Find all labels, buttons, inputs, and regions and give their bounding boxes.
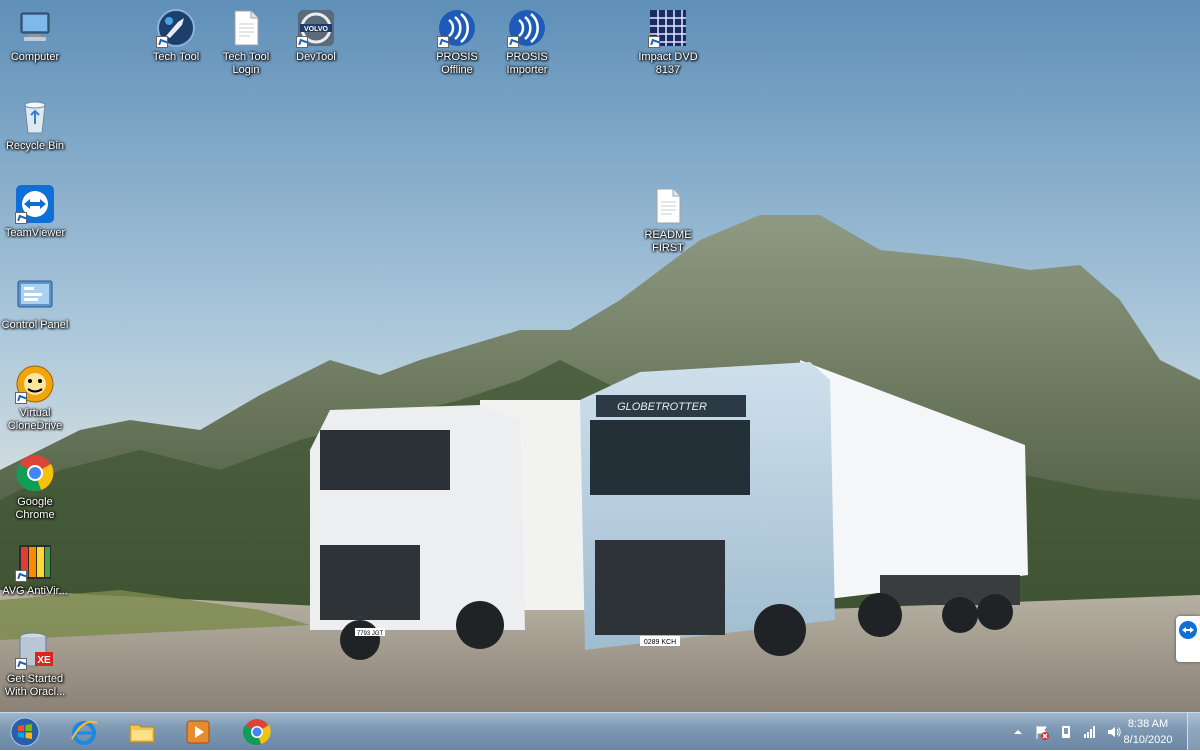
desktop-icon-label: AVG AntiVir...	[2, 585, 68, 597]
desktop-icon-label: Tech Tool Login	[222, 51, 270, 76]
teamviewer-side-tab[interactable]	[1176, 616, 1200, 662]
desktop-icon-get-started-oracle[interactable]: XE Get Started With Oracl...	[0, 630, 70, 699]
virtual-clonedrive-icon	[15, 364, 55, 404]
taskbar: 8:38 AM 8/10/2020	[0, 712, 1200, 751]
desktop-icon-label: README FIRST	[644, 229, 692, 254]
desktop-icon-label: Get Started With Oracl...	[4, 673, 66, 698]
internet-explorer-icon	[71, 720, 98, 745]
desktop-icon-recycle-bin[interactable]: Recycle Bin	[0, 97, 70, 153]
document-icon	[648, 186, 688, 226]
computer-icon	[15, 8, 55, 48]
desktop-icon-prosis-offline[interactable]: PROSIS Offline	[422, 8, 492, 77]
desktop-icon-avg-antivirus[interactable]: AVG AntiVir...	[0, 542, 70, 598]
desktop-icon-label: PROSIS Importer	[506, 51, 548, 76]
svg-text:VOLVO: VOLVO	[304, 26, 329, 33]
show-hidden-icons-icon[interactable]	[1010, 724, 1026, 740]
teamviewer-icon	[1179, 621, 1197, 639]
svg-text:0289 KCH: 0289 KCH	[644, 639, 676, 646]
desktop-icon-readme-first[interactable]: README FIRST	[633, 186, 703, 255]
desktop-icon-devtool[interactable]: VOLVO DevTool	[281, 8, 351, 64]
file-explorer-icon	[129, 724, 155, 743]
control-panel-icon	[15, 276, 55, 316]
desktop-icon-label: TeamViewer	[4, 227, 66, 239]
oracle-db-icon: XE	[15, 630, 55, 670]
desktop-icon-label: Tech Tool	[152, 51, 200, 63]
desktop-icon-tech-tool[interactable]: Tech Tool	[141, 8, 211, 64]
desktop-icon-teamviewer[interactable]: TeamViewer	[0, 184, 70, 240]
desktop-icon-label: Computer	[10, 51, 60, 63]
svg-text:GLOBETROTTER: GLOBETROTTER	[617, 401, 707, 413]
prosis-icon	[437, 8, 477, 48]
prosis-icon	[507, 8, 547, 48]
desktop-icon-label: Recycle Bin	[5, 140, 65, 152]
desktop-icon-control-panel[interactable]: Control Panel	[0, 276, 70, 332]
desktop-icon-label: DevTool	[296, 51, 336, 63]
desktop-icon-prosis-importer[interactable]: PROSIS Importer	[492, 8, 562, 77]
desktop-icon-label: Control Panel	[1, 319, 69, 331]
desktop-icon-label: Google Chrome	[15, 496, 55, 521]
svg-text:XE: XE	[37, 655, 51, 666]
volvo-icon: VOLVO	[296, 8, 336, 48]
impact-icon	[648, 8, 688, 48]
show-desktop-button[interactable]	[1187, 713, 1200, 751]
taskbar-file-explorer[interactable]	[116, 715, 168, 749]
network-icon[interactable]	[1082, 724, 1098, 740]
chrome-icon	[242, 719, 271, 746]
desktop-icon-google-chrome[interactable]: Google Chrome	[0, 453, 70, 522]
taskbar-chrome[interactable]	[231, 715, 283, 749]
teamviewer-icon	[15, 184, 55, 224]
media-player-icon	[186, 720, 210, 744]
taskbar-media-player[interactable]	[172, 715, 224, 749]
desktop-icon-label: Virtual CloneDrive	[7, 407, 63, 432]
tech-tool-icon	[156, 8, 196, 48]
device-icon[interactable]	[1058, 724, 1074, 740]
desktop-icon-computer[interactable]: Computer	[0, 8, 70, 64]
system-tray	[1006, 713, 1126, 751]
desktop-icon-label: Impact DVD 8137	[638, 51, 698, 76]
document-icon	[226, 8, 266, 48]
desktop-icon-tech-tool-login[interactable]: Tech Tool Login	[211, 8, 281, 77]
desktop-icon-virtual-clonedrive[interactable]: Virtual CloneDrive	[0, 364, 70, 433]
clock-time: 8:38 AM	[1127, 718, 1169, 730]
svg-text:7793 JGT: 7793 JGT	[357, 631, 384, 637]
action-center-flag-icon[interactable]	[1034, 724, 1050, 740]
avg-icon	[15, 542, 55, 582]
desktop-icon-label: PROSIS Offline	[436, 51, 478, 76]
desktop-wallpaper: 7793 JGT GLOBETROTTER 0289 KCH	[0, 0, 1200, 712]
taskbar-clock[interactable]: 8:38 AM 8/10/2020	[1118, 716, 1178, 748]
recycle-bin-icon	[15, 97, 55, 137]
windows-start-icon	[10, 717, 40, 747]
clock-date: 8/10/2020	[1123, 734, 1173, 746]
desktop-icon-impact-dvd[interactable]: Impact DVD 8137	[633, 8, 703, 77]
start-button[interactable]	[2, 715, 48, 749]
chrome-icon	[15, 453, 55, 493]
taskbar-internet-explorer[interactable]	[58, 715, 110, 749]
